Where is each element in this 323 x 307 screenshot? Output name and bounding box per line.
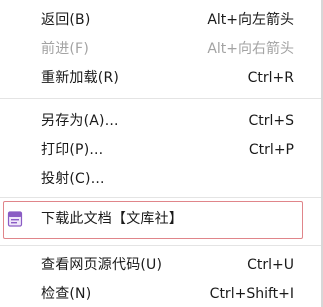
menu-item-save-as[interactable]: 另存为(A)... Ctrl+S <box>0 110 321 133</box>
menu-item-view-source-shortcut: Ctrl+U <box>247 257 294 273</box>
menu-item-reload[interactable]: 重新加载(R) Ctrl+R <box>0 67 321 90</box>
menu-item-save-as-label: 另存为(A)... <box>41 113 119 129</box>
menu-item-print-shortcut: Ctrl+P <box>248 142 294 158</box>
menu-item-cast-label: 投射(C)... <box>41 171 105 187</box>
menu-item-download-document-label: 下载此文档【文库社】 <box>41 211 183 227</box>
menu-item-view-source[interactable]: 查看网页源代码(U) Ctrl+U <box>0 254 321 277</box>
menu-item-print-label: 打印(P)... <box>41 142 104 158</box>
menu-item-inspect[interactable]: 检查(N) Ctrl+Shift+I <box>0 283 321 306</box>
menu-item-inspect-label: 检查(N) <box>41 286 92 302</box>
menu-item-view-source-label: 查看网页源代码(U) <box>41 257 163 273</box>
menu-item-save-as-shortcut: Ctrl+S <box>248 113 294 129</box>
menu-item-forward: 前进(F) Alt+向右箭头 <box>0 38 321 61</box>
menu-item-back[interactable]: 返回(B) Alt+向左箭头 <box>0 9 321 32</box>
menu-separator <box>0 245 321 246</box>
menu-item-forward-shortcut: Alt+向右箭头 <box>207 41 294 57</box>
menu-item-back-shortcut: Alt+向左箭头 <box>207 12 294 28</box>
menu-item-cast[interactable]: 投射(C)... <box>0 168 321 191</box>
context-menu: 返回(B) Alt+向左箭头 前进(F) Alt+向右箭头 重新加载(R) Ct… <box>0 0 323 307</box>
document-download-icon <box>7 211 23 227</box>
menu-item-reload-label: 重新加载(R) <box>41 70 120 86</box>
menu-item-back-label: 返回(B) <box>41 12 91 28</box>
menu-item-reload-shortcut: Ctrl+R <box>247 70 294 86</box>
menu-separator <box>0 197 321 198</box>
menu-item-print[interactable]: 打印(P)... Ctrl+P <box>0 139 321 162</box>
menu-item-download-document[interactable]: 下载此文档【文库社】 <box>0 208 321 231</box>
menu-separator <box>0 98 321 99</box>
menu-item-forward-label: 前进(F) <box>41 41 89 57</box>
menu-item-inspect-shortcut: Ctrl+Shift+I <box>209 286 294 302</box>
